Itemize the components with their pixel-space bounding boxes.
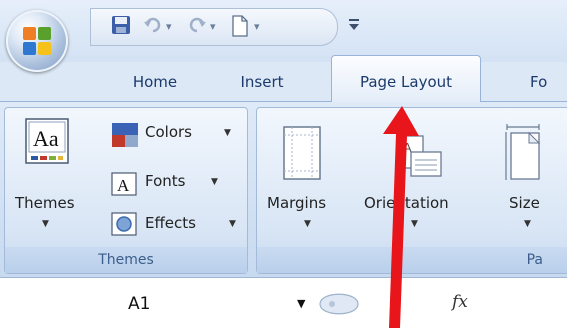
save-icon[interactable] [111,15,131,35]
tab-insert[interactable]: Insert [222,62,302,102]
name-box-dropdown-icon[interactable]: ▼ [297,297,305,310]
formula-bar: A1 ▼ fx [0,277,567,329]
colors-icon[interactable] [111,122,139,148]
redo-dropdown-icon[interactable]: ▾ [210,21,216,32]
new-document-icon[interactable] [231,15,249,37]
page-setup-group-label: Pa [257,247,567,273]
colors-button[interactable]: Colors [145,123,192,141]
themes-button[interactable]: Themes [15,194,75,212]
customize-dropdown-icon[interactable] [347,17,361,33]
themes-group-label: Themes [5,247,247,273]
insert-function-icon[interactable]: fx [452,292,468,312]
ribbon: Aa Themes ▼ Colors ▼ A Fonts ▼ Effects ▼… [0,101,567,277]
tab-formulas[interactable]: Fo [530,62,567,102]
themes-dropdown-icon[interactable]: ▼ [42,219,49,229]
page-setup-group: Margins ▼ A Orientation ▼ Size ▼ Pa [256,107,567,274]
margins-dropdown-icon[interactable]: ▼ [304,219,311,229]
svg-text:A: A [117,176,130,195]
size-button[interactable]: Size [509,194,540,212]
size-icon[interactable] [503,124,543,182]
orientation-dropdown-icon[interactable]: ▼ [411,219,418,229]
undo-icon[interactable] [143,15,163,35]
effects-dropdown-icon[interactable]: ▼ [229,219,236,229]
office-button[interactable] [6,10,68,72]
orientation-icon[interactable]: A [397,134,443,178]
fonts-icon[interactable]: A [111,172,137,196]
tab-home[interactable]: Home [110,62,200,102]
size-dropdown-icon[interactable]: ▼ [524,219,531,229]
new-document-dropdown-icon[interactable]: ▾ [254,21,260,32]
fonts-button[interactable]: Fonts [145,172,185,190]
effects-icon[interactable] [111,212,137,236]
themes-group: Aa Themes ▼ Colors ▼ A Fonts ▼ Effects ▼… [4,107,248,274]
orientation-button[interactable]: Orientation [364,194,449,212]
undo-dropdown-icon[interactable]: ▾ [166,21,172,32]
themes-icon[interactable]: Aa [25,118,69,164]
name-box[interactable]: A1 [128,294,150,314]
redo-icon[interactable] [187,15,207,35]
fonts-dropdown-icon[interactable]: ▼ [211,177,218,187]
tab-page-layout[interactable]: Page Layout [331,55,481,102]
effects-button[interactable]: Effects [145,214,196,232]
margins-icon[interactable] [283,126,321,180]
formula-bar-resize-handle[interactable] [318,289,360,319]
colors-dropdown-icon[interactable]: ▼ [224,128,231,138]
quick-access-toolbar: ▾ ▾ ▾ [90,8,338,46]
office-logo-icon [23,27,51,55]
margins-button[interactable]: Margins [267,194,326,212]
svg-text:Aa: Aa [33,126,59,151]
